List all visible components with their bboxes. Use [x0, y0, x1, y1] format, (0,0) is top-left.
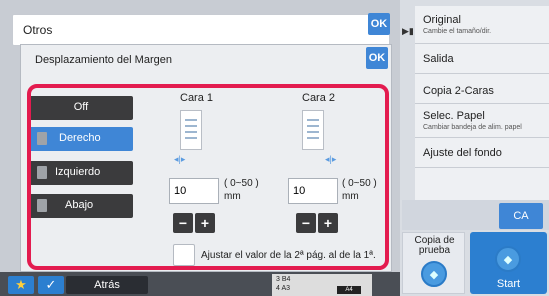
start-icon: ◆ [495, 246, 521, 272]
menu-item-copia-2-caras-title: Copia 2-Caras [423, 85, 494, 97]
menu-item-salida[interactable]: Salida [415, 44, 549, 74]
menu-item-salida-title: Salida [423, 53, 454, 65]
menu-item-original[interactable]: Original Cambie el tamaño/dir. [415, 6, 549, 44]
tray-row-3: 3 B4 [276, 276, 291, 283]
menu-item-selec-papel[interactable]: Selec. Papel Cambiar bandeja de alim. pa… [415, 104, 549, 138]
star-icon[interactable]: ★ [8, 276, 34, 294]
menu-item-ajuste-fondo[interactable]: Ajuste del fondo [415, 138, 549, 168]
menu-item-selec-papel-title: Selec. Papel [423, 110, 485, 122]
start-button[interactable]: ◆ Start [470, 232, 547, 294]
expand-arrow-icon[interactable]: ▶▮ [402, 26, 414, 37]
otros-ok-button[interactable]: OK [368, 13, 390, 35]
right-menu: Original Cambie el tamaño/dir. Salida Co… [415, 6, 549, 218]
proof-copy-button[interactable]: Copia de prueba ◆ [402, 232, 465, 294]
current-tray-badge: A4 [337, 286, 361, 294]
menu-item-original-subtitle: Cambie el tamaño/dir. [423, 28, 492, 35]
menu-item-ajuste-fondo-title: Ajuste del fondo [423, 147, 502, 159]
dialog-title: Desplazamiento del Margen [35, 54, 172, 66]
proof-copy-label: Copia de prueba [414, 235, 455, 256]
dialog-ok-button[interactable]: OK [366, 47, 388, 69]
start-label: Start [496, 278, 521, 290]
back-button[interactable]: Atrás [66, 276, 148, 294]
highlight-frame [27, 84, 389, 270]
menu-item-original-title: Original [423, 14, 461, 26]
proof-copy-icon: ◆ [421, 261, 447, 287]
otros-title: Otros [23, 23, 53, 37]
check-icon[interactable]: ✓ [38, 276, 64, 294]
clear-all-button[interactable]: CA [499, 203, 543, 229]
tray-row-4: 4 A3 [276, 285, 291, 292]
menu-item-copia-2-caras[interactable]: Copia 2-Caras [415, 74, 549, 104]
menu-item-selec-papel-subtitle: Cambiar bandeja de alim. papel [423, 124, 522, 131]
otros-header: Otros [12, 14, 390, 46]
